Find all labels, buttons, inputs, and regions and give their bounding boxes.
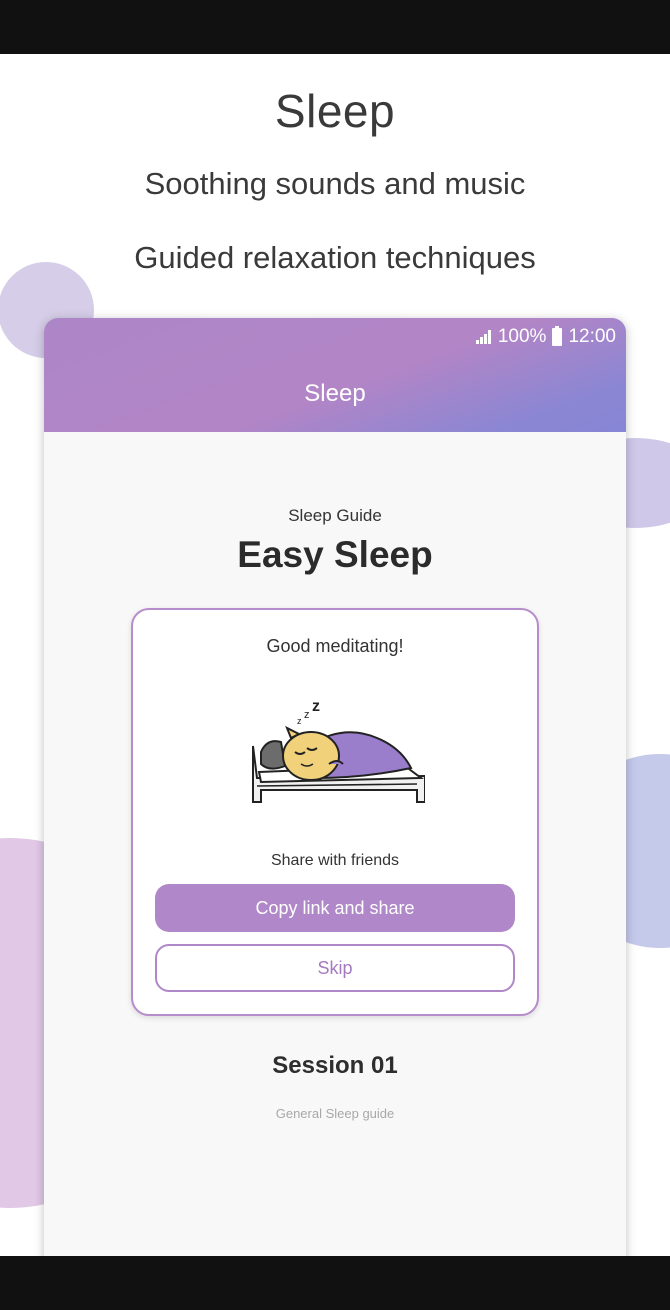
share-label: Share with friends	[270, 852, 400, 869]
clock: 12:00	[568, 326, 616, 347]
dialog-message: Good meditating!	[266, 636, 404, 656]
app-bar-title: Sleep	[304, 380, 366, 407]
promo-subtitle-1: Soothing sounds and music	[144, 166, 526, 201]
status-bar: 100% 12:00	[475, 325, 616, 349]
screen: Sleep Soothing sounds and music Guided r…	[0, 0, 670, 1310]
phone-screen: 100% 12:00 Sleep Sleep Guide Easy Sleep …	[44, 318, 626, 1256]
bottom-black-bar	[0, 1256, 670, 1310]
session-subtitle: General Sleep guide	[275, 1106, 395, 1121]
svg-text:z: z	[297, 716, 302, 726]
battery-icon	[552, 326, 563, 346]
battery-percent: 100%	[497, 326, 547, 347]
share-dialog: Good meditating! z z z Share with friend…	[131, 608, 539, 1016]
promo-subtitle-2: Guided relaxation techniques	[134, 240, 536, 275]
copy-link-share-button[interactable]: Copy link and share	[155, 884, 515, 932]
sleeping-illustration: z z z	[252, 698, 425, 803]
svg-text:z: z	[312, 698, 320, 715]
top-black-bar	[0, 0, 670, 54]
svg-text:z: z	[304, 709, 310, 721]
guide-title: Easy Sleep	[237, 534, 433, 575]
guide-label: Sleep Guide	[288, 506, 382, 525]
promo-title: Sleep	[274, 85, 396, 137]
session-title: Session 01	[272, 1052, 398, 1079]
app-bar: 100% 12:00 Sleep	[44, 318, 626, 432]
signal-icon	[475, 330, 492, 344]
skip-button[interactable]: Skip	[155, 944, 515, 992]
promo-canvas: Sleep Soothing sounds and music Guided r…	[0, 54, 670, 1256]
